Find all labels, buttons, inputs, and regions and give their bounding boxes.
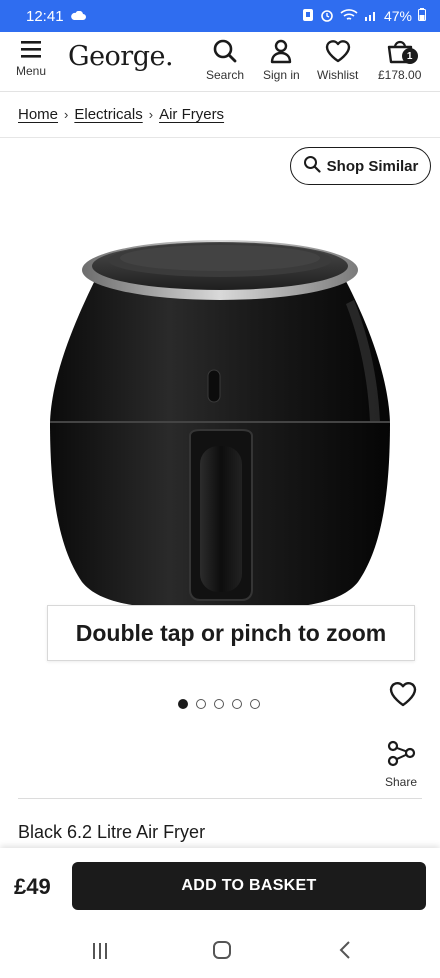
user-icon [268,38,294,64]
carousel-dot-5[interactable] [250,699,260,709]
status-bar: 12:41 47% [0,0,440,32]
heart-icon [324,38,352,64]
add-to-wishlist-button[interactable] [388,680,418,713]
battery-icon [418,8,426,24]
alarm-icon [320,8,334,25]
basket-icon: 1 [386,38,418,64]
search-icon [212,38,238,64]
recent-apps-icon[interactable] [91,942,109,965]
carousel-dot-4[interactable] [232,699,242,709]
carousel-dot-3[interactable] [214,699,224,709]
add-to-basket-button[interactable]: ADD TO BASKET [72,862,426,910]
back-icon[interactable] [338,940,352,965]
product-image[interactable] [40,200,400,620]
search-button[interactable]: Search [206,38,244,82]
shop-similar-label: Shop Similar [326,157,419,175]
wishlist-label: Wishlist [317,68,359,82]
home-icon[interactable] [212,940,232,965]
wishlist-button[interactable]: Wishlist [317,38,358,82]
status-time: 12:41 [26,7,64,25]
carousel-dot-2[interactable] [196,699,206,709]
divider [0,137,440,138]
share-icon [386,738,416,771]
breadcrumb: Home › Electricals › Air Fryers [18,106,224,123]
notification-icon [302,8,314,25]
menu-label: Menu [16,64,47,78]
battery-percent: 47% [383,8,412,24]
shop-similar-button[interactable]: Shop Similar [290,147,431,185]
site-header: Menu George. Search Sign in Wishlist 1 £… [0,32,440,92]
cloud-icon [70,8,86,25]
hamburger-icon [19,38,43,60]
george-logo[interactable]: George. [68,41,174,72]
breadcrumb-air-fryers[interactable]: Air Fryers [159,106,224,123]
carousel-dot-1[interactable] [178,699,188,709]
basket-total: £178.00 [378,68,422,82]
sign-in-label: Sign in [263,68,300,82]
zoom-hint: Double tap or pinch to zoom [47,605,415,661]
product-price: £49 [14,874,51,899]
sign-in-button[interactable]: Sign in [263,38,300,82]
breadcrumb-electricals[interactable]: Electricals [74,106,142,123]
signal-icon [364,8,378,24]
share-label: Share [385,775,418,789]
share-button[interactable]: Share [385,738,417,789]
buy-bar: £49 ADD TO BASKET [0,848,440,924]
breadcrumb-separator-icon: › [64,107,69,122]
product-title: Black 6.2 Litre Air Fryer [18,822,206,842]
breadcrumb-home[interactable]: Home [18,106,58,123]
search-icon [303,155,321,177]
system-nav-bar [0,924,440,978]
basket-button[interactable]: 1 £178.00 [378,38,421,82]
search-label: Search [206,68,245,82]
basket-count-badge: 1 [401,48,418,64]
carousel-dots [178,699,260,709]
heart-icon [388,681,418,712]
menu-button[interactable]: Menu [16,38,46,78]
wifi-icon [340,8,358,25]
breadcrumb-separator-icon: › [148,107,154,122]
divider [18,798,422,799]
